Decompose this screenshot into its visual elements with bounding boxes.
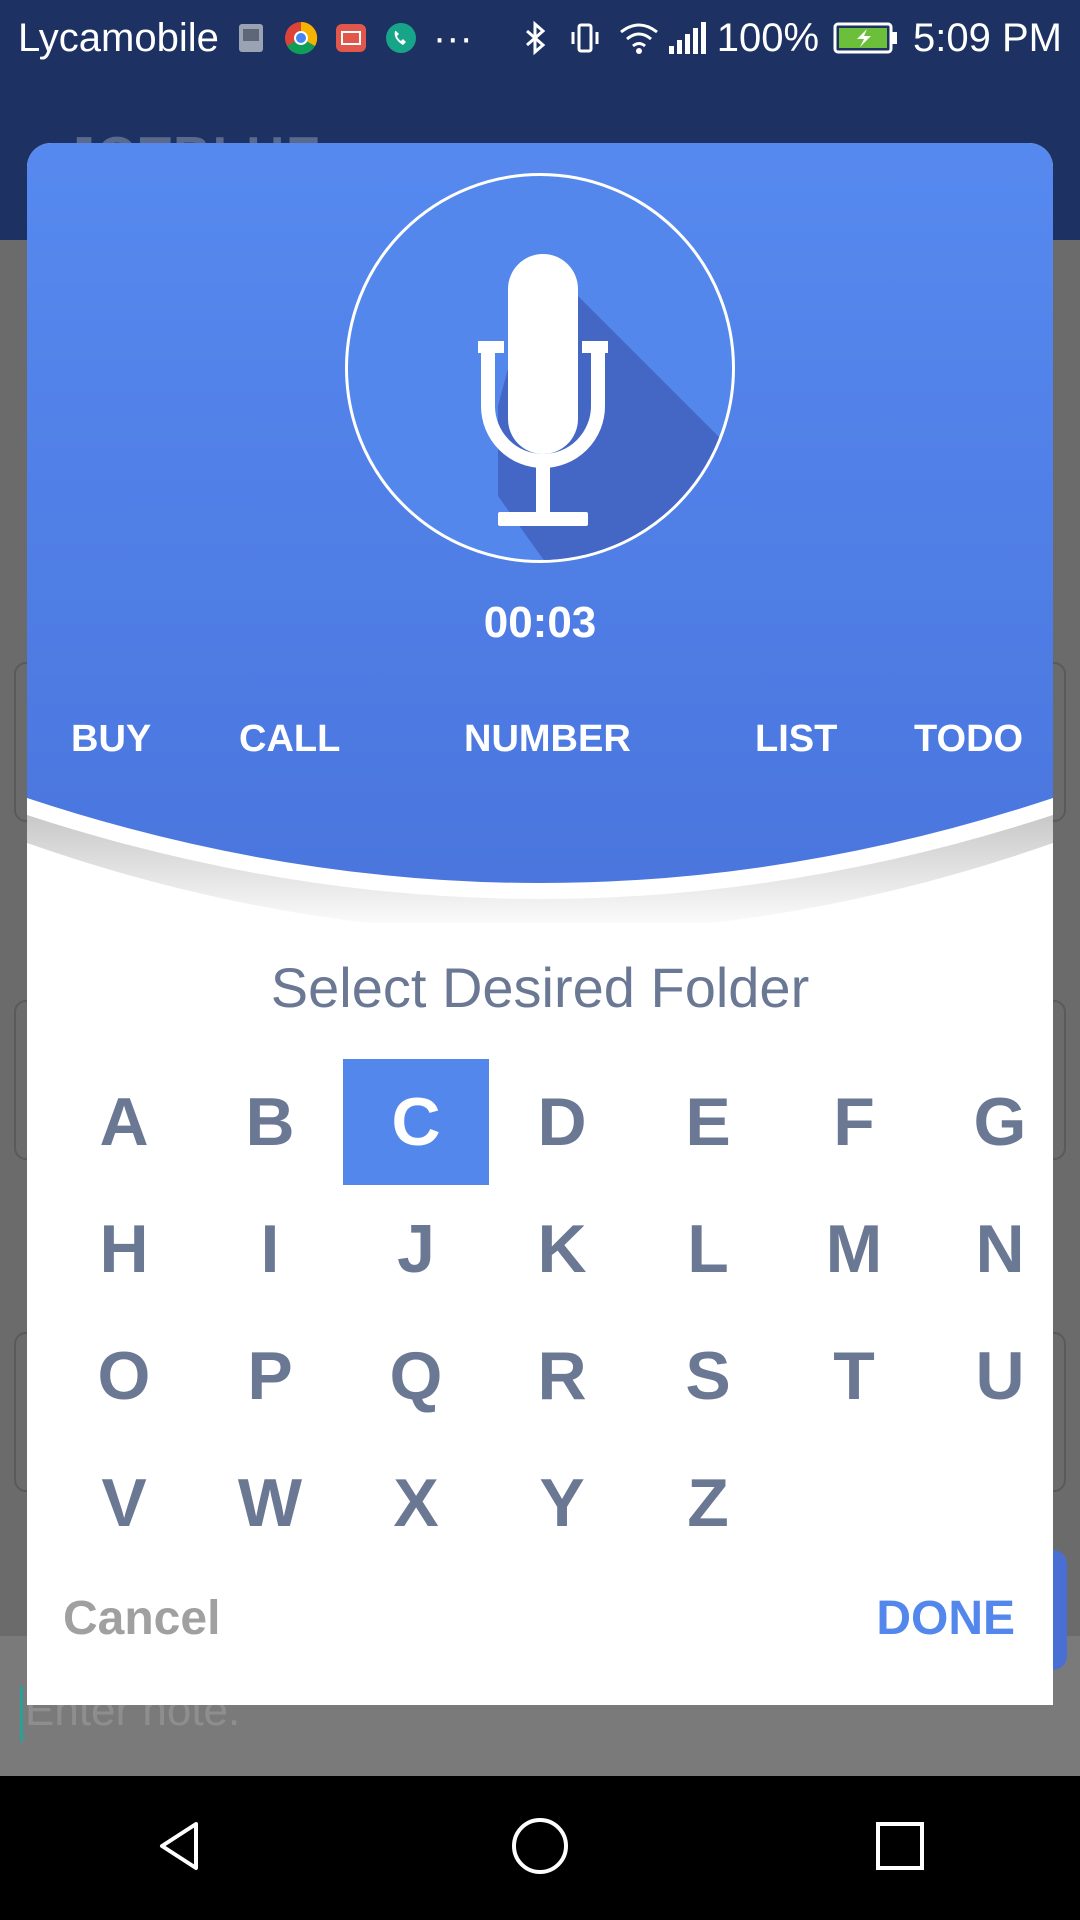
folder-letter-y[interactable]: Y [489, 1440, 635, 1566]
app-notification-icon [233, 20, 269, 56]
keyword-buy[interactable]: BUY [71, 718, 151, 761]
navigation-bar [0, 1776, 1080, 1920]
folder-letter-g[interactable]: G [927, 1059, 1053, 1185]
folder-letter-i[interactable]: I [197, 1186, 343, 1312]
folder-letter-t[interactable]: T [781, 1313, 927, 1439]
folder-letter-d[interactable]: D [489, 1059, 635, 1185]
folder-letter-grid: ABCDEFG HIJKLMN OPQRSTU VWXYZ [51, 1059, 1053, 1569]
folder-letter-u[interactable]: U [927, 1313, 1053, 1439]
home-circle-icon[interactable] [510, 1816, 570, 1881]
folder-letter-b[interactable]: B [197, 1059, 343, 1185]
keyword-list[interactable]: LIST [755, 718, 837, 761]
battery-percent: 100% [716, 15, 820, 60]
folder-letter-c[interactable]: C [343, 1059, 489, 1185]
folder-letter-n[interactable]: N [927, 1186, 1053, 1312]
keyword-call[interactable]: CALL [239, 718, 340, 761]
back-triangle-icon[interactable] [150, 1816, 210, 1881]
chrome-icon [283, 20, 319, 56]
folder-letter-z[interactable]: Z [635, 1440, 781, 1566]
cancel-button[interactable]: Cancel [63, 1591, 220, 1646]
vibrate-icon [567, 20, 603, 56]
folder-letter-p[interactable]: P [197, 1313, 343, 1439]
microphone-icon [478, 254, 728, 560]
voice-note-dialog: 00:03 BUY CALL NUMBER LIST TODO Select D… [27, 143, 1053, 1705]
folder-letter-m[interactable]: M [781, 1186, 927, 1312]
carrier-label: Lycamobile [18, 15, 219, 60]
folder-letter-o[interactable]: O [51, 1313, 197, 1439]
recents-square-icon[interactable] [870, 1816, 930, 1881]
screen: Lycamobile ··· 100% 5:09 PM Enter note. … [0, 0, 1080, 1920]
folder-letter-w[interactable]: W [197, 1440, 343, 1566]
folder-letter-h[interactable]: H [51, 1186, 197, 1312]
folder-letter-l[interactable]: L [635, 1186, 781, 1312]
signal-icon [667, 20, 706, 56]
folder-letter-e[interactable]: E [635, 1059, 781, 1185]
folder-letter-q[interactable]: Q [343, 1313, 489, 1439]
bluetooth-icon [517, 20, 553, 56]
keyword-number[interactable]: NUMBER [464, 718, 631, 761]
battery-charging-icon [833, 20, 899, 56]
microphone-button[interactable] [345, 173, 735, 563]
keyword-row: BUY CALL NUMBER LIST TODO [27, 718, 1053, 778]
recording-timer: 00:03 [483, 598, 597, 647]
more-notifications-icon: ··· [432, 15, 473, 60]
done-button[interactable]: DONE [876, 1591, 1015, 1646]
folder-letter-f[interactable]: F [781, 1059, 927, 1185]
folder-letter-s[interactable]: S [635, 1313, 781, 1439]
folder-letter-v[interactable]: V [51, 1440, 197, 1566]
wifi-icon [617, 20, 658, 56]
folder-title: Select Desired Folder [270, 956, 810, 1019]
folder-letter-a[interactable]: A [51, 1059, 197, 1185]
keyword-todo[interactable]: TODO [914, 718, 1023, 761]
mail-app-icon [333, 20, 369, 56]
folder-letter-k[interactable]: K [489, 1186, 635, 1312]
folder-letter-x[interactable]: X [343, 1440, 489, 1566]
status-bar: Lycamobile ··· 100% 5:09 PM [0, 0, 1080, 76]
fab-button-edge [1053, 1550, 1067, 1670]
folder-letter-j[interactable]: J [343, 1186, 489, 1312]
phone-app-icon [383, 20, 419, 56]
folder-letter-r[interactable]: R [489, 1313, 635, 1439]
clock: 5:09 PM [913, 15, 1062, 60]
dialog-header: 00:03 BUY CALL NUMBER LIST TODO [27, 143, 1053, 923]
